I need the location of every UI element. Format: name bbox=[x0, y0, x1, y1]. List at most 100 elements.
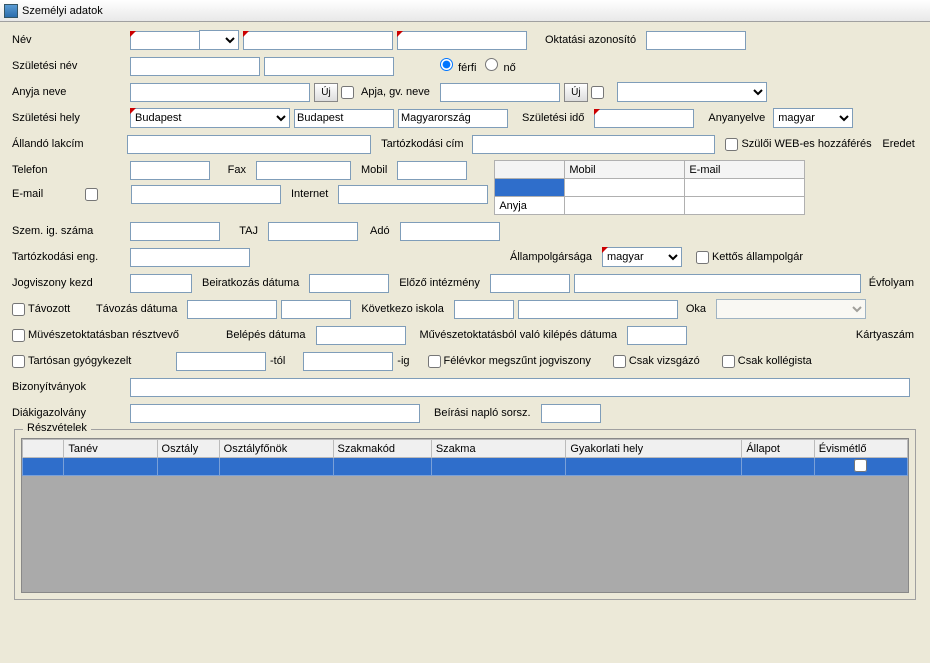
label-eredet: Eredet bbox=[882, 138, 918, 150]
elozo-int-name-input[interactable] bbox=[574, 274, 861, 293]
contact-cell[interactable]: Anyja bbox=[495, 197, 565, 215]
contact-cell[interactable] bbox=[685, 197, 805, 215]
kov-iskola-code-input[interactable] bbox=[454, 300, 514, 319]
mobil-input[interactable] bbox=[397, 161, 467, 180]
contact-cell[interactable] bbox=[495, 179, 565, 197]
muveszet-chk[interactable] bbox=[12, 329, 25, 342]
internet-input[interactable] bbox=[338, 185, 488, 204]
muv-kilepes-input[interactable] bbox=[627, 326, 687, 345]
szulnev1-input[interactable] bbox=[130, 57, 260, 76]
grid-row[interactable] bbox=[23, 458, 908, 476]
grid-cell[interactable] bbox=[64, 458, 157, 476]
grid-cell[interactable] bbox=[157, 458, 219, 476]
felevkor-chk[interactable] bbox=[428, 355, 441, 368]
label-kettos: Kettős állampolgár bbox=[712, 251, 807, 263]
radio-ferfi[interactable] bbox=[440, 58, 453, 71]
ig-input[interactable] bbox=[303, 352, 393, 371]
nev-keresztnev-input[interactable] bbox=[397, 31, 527, 50]
req-mark: Budapest bbox=[130, 108, 290, 128]
szulhely-varos-select[interactable]: Budapest bbox=[130, 108, 290, 128]
label-anyanyelv: Anyanyelve bbox=[708, 112, 769, 124]
szulido-input[interactable] bbox=[594, 109, 694, 128]
szulnev2-input[interactable] bbox=[264, 57, 394, 76]
belepes-input[interactable] bbox=[316, 326, 406, 345]
label-allampolg: Állampolgársága bbox=[510, 251, 596, 263]
elozo-int-code-input[interactable] bbox=[490, 274, 570, 293]
label-szuloi-web: Szülői WEB-es hozzáférés bbox=[741, 138, 872, 150]
tavozas-extra-input[interactable] bbox=[281, 300, 351, 319]
szemig-input[interactable] bbox=[130, 222, 220, 241]
grid-cell[interactable] bbox=[566, 458, 742, 476]
diakig-input[interactable] bbox=[130, 404, 420, 423]
jogviszony-input[interactable] bbox=[130, 274, 192, 293]
contact-row[interactable] bbox=[495, 179, 805, 197]
label-ado: Adó bbox=[370, 225, 394, 237]
kov-iskola-name-input[interactable] bbox=[518, 300, 678, 319]
reszvetelek-grid[interactable]: Tanév Osztály Osztályfőnök Szakmakód Sza… bbox=[22, 439, 908, 476]
contact-cell[interactable] bbox=[565, 197, 685, 215]
kettos-chk[interactable] bbox=[696, 251, 709, 264]
contact-cell[interactable] bbox=[685, 179, 805, 197]
csak-vizsgazo-chk[interactable] bbox=[613, 355, 626, 368]
szulhely-varos2-input[interactable] bbox=[294, 109, 394, 128]
email-input[interactable] bbox=[131, 185, 281, 204]
uj-anyja-button[interactable]: Új bbox=[314, 83, 338, 102]
apja-neve-input[interactable] bbox=[440, 83, 560, 102]
beiratkozas-input[interactable] bbox=[309, 274, 389, 293]
taj-input[interactable] bbox=[268, 222, 358, 241]
tartosan-gyogy-chk[interactable] bbox=[12, 355, 25, 368]
allampolg-select[interactable]: magyar bbox=[602, 247, 682, 267]
szulhely-orszag-input[interactable] bbox=[398, 109, 508, 128]
label-oka: Oka bbox=[686, 303, 710, 315]
label-taj: TAJ bbox=[232, 225, 262, 237]
grid-cell[interactable] bbox=[219, 458, 333, 476]
grid-cell[interactable] bbox=[431, 458, 566, 476]
beirasi-naplo-input[interactable] bbox=[541, 404, 601, 423]
telefon-input[interactable] bbox=[130, 161, 210, 180]
label-anyja-neve: Anyja neve bbox=[12, 86, 130, 98]
contact-row[interactable]: Anyja bbox=[495, 197, 805, 215]
grid-cell[interactable] bbox=[23, 458, 64, 476]
label-csak-kollegista: Csak kollégista bbox=[738, 355, 816, 367]
apja-select[interactable] bbox=[617, 82, 767, 102]
tavozott-chk[interactable] bbox=[12, 303, 25, 316]
evismetlo-chk[interactable] bbox=[854, 459, 867, 472]
fax-input[interactable] bbox=[256, 161, 351, 180]
uj-apja-button[interactable]: Új bbox=[564, 83, 588, 102]
grid-cell-evismetlo[interactable] bbox=[814, 458, 907, 476]
tart-cim-input[interactable] bbox=[472, 135, 716, 154]
nev-prefix-select[interactable] bbox=[199, 30, 239, 50]
tol-input[interactable] bbox=[176, 352, 266, 371]
nev-prefix-input[interactable] bbox=[130, 31, 200, 50]
csak-kollegista-chk[interactable] bbox=[722, 355, 735, 368]
bizonyitvanyok-input[interactable] bbox=[130, 378, 910, 397]
column-email: E-mail bbox=[685, 161, 805, 179]
req-mark bbox=[594, 109, 694, 128]
tavozas-date-input[interactable] bbox=[187, 300, 277, 319]
radio-no[interactable] bbox=[485, 58, 498, 71]
anyanyelv-select[interactable]: magyar bbox=[773, 108, 853, 128]
ado-input[interactable] bbox=[400, 222, 500, 241]
szuloi-web-chk[interactable] bbox=[725, 138, 738, 151]
label-csak-vizsgazo: Csak vizsgázó bbox=[629, 355, 704, 367]
col-szakma: Szakma bbox=[431, 440, 566, 458]
oka-select[interactable] bbox=[716, 299, 866, 319]
oktatasi-azon-input[interactable] bbox=[646, 31, 746, 50]
grid-cell[interactable] bbox=[742, 458, 814, 476]
column-mobil: Mobil bbox=[565, 161, 685, 179]
contact-cell[interactable] bbox=[565, 179, 685, 197]
allando-lakcim-input[interactable] bbox=[127, 135, 371, 154]
apja-chk[interactable] bbox=[591, 86, 604, 99]
label-szulido: Születési idő bbox=[522, 112, 588, 124]
anyja-neve-input[interactable] bbox=[130, 83, 310, 102]
label-no: nő bbox=[504, 62, 516, 74]
contact-grid[interactable]: Mobil E-mail Anyja bbox=[494, 160, 805, 215]
email-chk[interactable] bbox=[85, 188, 98, 201]
col-osztalyfonok: Osztályfőnök bbox=[219, 440, 333, 458]
grid-cell[interactable] bbox=[333, 458, 431, 476]
anyja-chk[interactable] bbox=[341, 86, 354, 99]
nev-vezeteknev-input[interactable] bbox=[243, 31, 393, 50]
label-tartosan-gyogy: Tartósan gyógykezelt bbox=[28, 355, 176, 367]
col-gyakorlati-hely: Gyakorlati hely bbox=[566, 440, 742, 458]
tartozk-eng-input[interactable] bbox=[130, 248, 250, 267]
